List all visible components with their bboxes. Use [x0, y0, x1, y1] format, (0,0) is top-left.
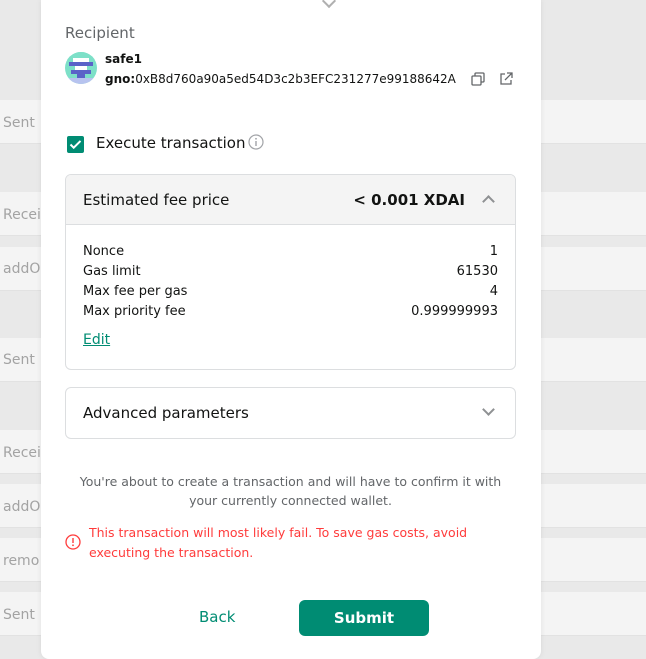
fee-row-key: Max fee per gas: [83, 284, 188, 299]
avatar: [65, 52, 97, 84]
fee-title: Estimated fee price: [83, 191, 230, 209]
copy-icon[interactable]: [471, 72, 485, 86]
recipient-label: Recipient: [65, 24, 135, 42]
fee-row-max-fee: Max fee per gas 4: [83, 284, 498, 304]
fee-row-key: Gas limit: [83, 264, 141, 279]
execute-checkbox[interactable]: [67, 136, 84, 153]
fee-accordion: Estimated fee price < 0.001 XDAI Nonce 1…: [65, 174, 516, 370]
confirm-notice: You're about to create a transaction and…: [79, 474, 502, 508]
fee-row-gas-limit: Gas limit 61530: [83, 264, 498, 284]
error-icon: [65, 534, 81, 550]
list-item-label: Sent: [3, 607, 35, 623]
edit-fee-link[interactable]: Edit: [83, 332, 110, 348]
safe-address: gno:0xB8d760a90a5ed54D3c2b3EFC231277e991…: [105, 72, 456, 86]
advanced-parameters-title: Advanced parameters: [83, 404, 249, 422]
list-item-label: Sent: [3, 115, 35, 131]
safe-name: safe1: [105, 52, 142, 66]
list-item-label: Recei: [3, 445, 40, 461]
fee-row-max-priority-fee: Max priority fee 0.999999993: [83, 304, 498, 324]
fee-row-key: Max priority fee: [83, 304, 186, 319]
info-icon[interactable]: [248, 134, 264, 150]
fee-row-value: 0.999999993: [411, 304, 498, 319]
transaction-modal: Recipient safe1 gno:0xB8d760a90a5ed54D3c…: [41, 0, 541, 659]
fee-value: < 0.001 XDAI: [353, 191, 465, 209]
chevron-up-icon: [482, 195, 495, 208]
advanced-parameters-accordion[interactable]: Advanced parameters: [65, 387, 516, 439]
fee-row-value: 61530: [456, 264, 498, 279]
list-item-label: remo: [3, 553, 40, 569]
address-prefix: gno:: [105, 72, 136, 86]
failure-warning: This transaction will most likely fail. …: [89, 525, 468, 560]
submit-button[interactable]: Submit: [299, 600, 429, 636]
check-icon: [69, 140, 82, 150]
fee-row-key: Nonce: [83, 244, 125, 259]
fee-row-value: 4: [489, 284, 498, 299]
execute-label[interactable]: Execute transaction: [96, 134, 246, 152]
back-button[interactable]: Back: [199, 608, 235, 626]
fee-row-nonce: Nonce 1: [83, 244, 498, 264]
chevron-down-icon: [482, 403, 495, 416]
external-link-icon[interactable]: [499, 72, 513, 86]
list-item-label: addO: [3, 499, 40, 515]
fee-row-value: 1: [489, 244, 498, 259]
list-item-label: Sent: [3, 352, 35, 368]
list-item-label: Recei: [3, 207, 40, 223]
fee-accordion-header[interactable]: Estimated fee price < 0.001 XDAI: [66, 175, 515, 225]
arrow-down-icon: [321, 0, 337, 9]
list-item-label: addO: [3, 261, 40, 277]
address-value: 0xB8d760a90a5ed54D3c2b3EFC231277e9918864…: [135, 72, 456, 86]
